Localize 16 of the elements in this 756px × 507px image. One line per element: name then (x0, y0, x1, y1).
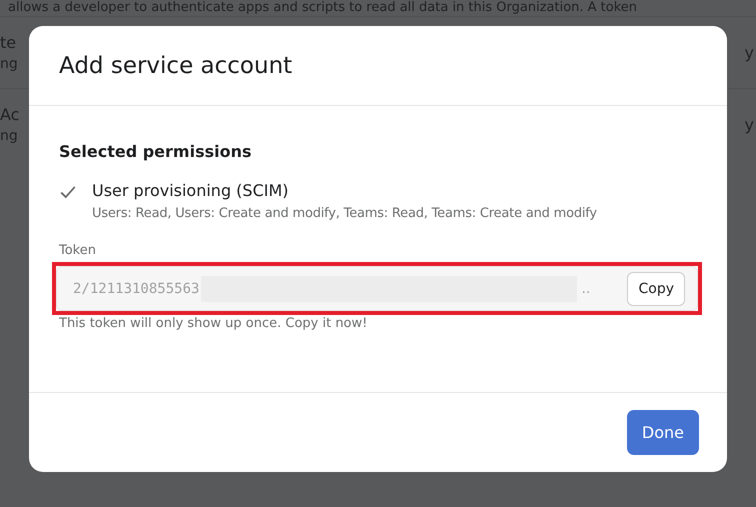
token-hint: This token will only show up once. Copy it now! (59, 316, 368, 331)
copy-button[interactable]: Copy (627, 272, 685, 306)
account-detail: ng (0, 56, 18, 72)
done-button[interactable]: Done (626, 410, 699, 455)
account-name: te (0, 33, 18, 52)
account-detail: ng (0, 128, 19, 144)
token-field[interactable]: 2/1211310855563 .. Copy (56, 266, 698, 311)
permission-name: User provisioning (SCIM) (92, 181, 290, 200)
account-action: y (744, 115, 754, 134)
permission-scopes: Users: Read, Users: Create and modify, Teams: Read, Teams: Create and modify (92, 206, 597, 221)
section-title: Selected permissions (59, 142, 253, 161)
dialog-title: Add service account (59, 52, 292, 78)
account-action: y (744, 43, 754, 62)
page-intro-text: allows a developer to authenticate apps and scripts to read all data in this Organization. A token (8, 0, 638, 16)
account-name: Ac (0, 105, 20, 124)
token-label: Token (59, 243, 97, 258)
